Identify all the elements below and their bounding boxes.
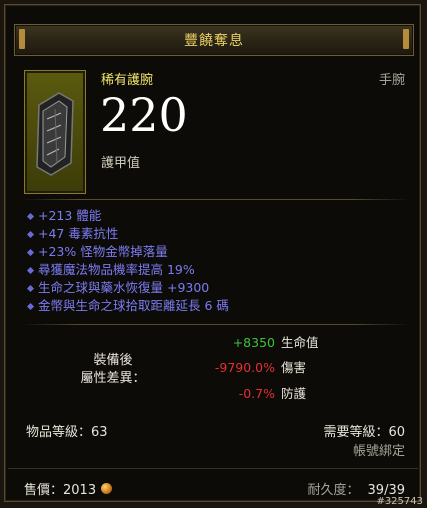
- stat-diff-name: 防護: [281, 386, 307, 401]
- stat-diff-value: +8350: [232, 335, 275, 350]
- bullet-icon: [26, 266, 35, 274]
- stat-diff-toughness: -0.7% 防護: [180, 385, 306, 403]
- comparison-label-line1: 裝備後: [93, 353, 133, 368]
- stat-diff-value: -0.7%: [238, 386, 275, 401]
- affix-item: 生命之球與藥水恢復量 +9300: [26, 279, 229, 297]
- comparison-label-line2: 屬性差異：: [80, 371, 146, 386]
- affix-text: +23% 怪物金幣掉落量: [38, 244, 168, 259]
- affix-item: 尋獲魔法物品機率提高 19%: [26, 261, 229, 279]
- stat-diff-life: +8350 生命值: [180, 334, 319, 352]
- armor-value: 220: [100, 88, 188, 142]
- affix-item: +47 毒素抗性: [26, 225, 229, 243]
- durability-label: 耐久度：: [307, 483, 360, 498]
- stat-diff-name: 傷害: [281, 360, 307, 375]
- stat-diff-name: 生命值: [281, 335, 319, 350]
- armor-label: 護甲值: [101, 156, 141, 171]
- bullet-icon: [26, 284, 35, 292]
- sell-price: 售價：2013: [24, 479, 113, 498]
- affix-text: 尋獲魔法物品機率提高 19%: [38, 262, 195, 277]
- affix-list: +213 體能 +47 毒素抗性 +23% 怪物金幣掉落量 尋獲魔法物品機率提高…: [26, 207, 229, 315]
- watermark: #325743: [376, 496, 423, 507]
- bullet-icon: [26, 230, 35, 238]
- divider: [22, 324, 410, 325]
- gold-coin-icon: [101, 483, 113, 494]
- affix-text: 金幣與生命之球拾取距離延長 6 碼: [38, 298, 229, 313]
- comparison-label: 裝備後 屬性差異：: [68, 352, 158, 388]
- affix-text: +47 毒素抗性: [38, 226, 119, 241]
- divider: [22, 199, 410, 200]
- sell-price-text: 售價：2013: [24, 483, 97, 498]
- affix-item: 金幣與生命之球拾取距離延長 6 碼: [26, 297, 229, 315]
- item-slot: 手腕: [378, 73, 405, 88]
- title-cap-left: [19, 29, 25, 49]
- title-cap-right: [403, 29, 409, 49]
- stat-diff-damage: -9790.0% 傷害: [180, 359, 306, 377]
- item-level: 物品等級：63: [26, 425, 108, 440]
- stat-diff-value: -9790.0%: [214, 360, 275, 375]
- item-name: 豐饒奪息: [184, 33, 244, 49]
- affix-text: 生命之球與藥水恢復量 +9300: [38, 280, 210, 295]
- title-bar: 豐饒奪息: [14, 24, 414, 56]
- bullet-icon: [26, 302, 35, 310]
- item-type: 稀有護腕: [101, 73, 154, 88]
- bullet-icon: [26, 212, 35, 220]
- bind-status: 帳號綁定: [352, 444, 405, 459]
- footer-divider: [8, 468, 418, 469]
- affix-item: +213 體能: [26, 207, 229, 225]
- affix-item: +23% 怪物金幣掉落量: [26, 243, 229, 261]
- required-level: 需要等級：60: [323, 425, 405, 440]
- bullet-icon: [26, 248, 35, 256]
- bracer-icon: [24, 70, 86, 194]
- affix-text: +213 體能: [38, 208, 102, 223]
